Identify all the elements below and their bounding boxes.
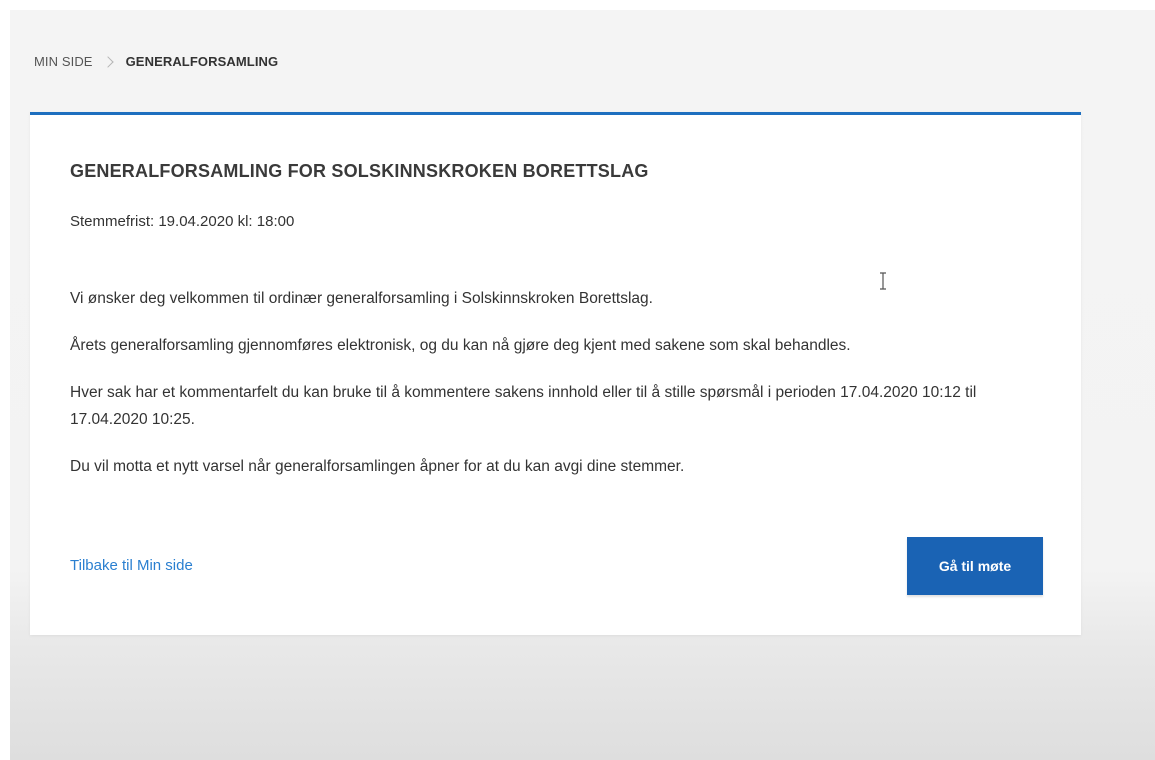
page-title: GENERALFORSAMLING FOR SOLSKINNSKROKEN BO… <box>70 161 649 181</box>
meeting-card: GENERALFORSAMLING FOR SOLSKINNSKROKEN BO… <box>30 112 1081 635</box>
card-footer: Tilbake til Min side Gå til møte <box>70 537 1043 595</box>
meeting-description: Vi ønsker deg velkommen til ordinær gene… <box>70 285 1050 500</box>
paragraph-comments: Hver sak har et kommentarfelt du kan bru… <box>70 384 977 428</box>
breadcrumb: MIN SIDE GENERALFORSAMLING <box>34 54 278 69</box>
voting-deadline: Stemmefrist: 19.04.2020 kl: 18:00 <box>70 213 295 230</box>
chevron-right-icon <box>101 55 114 68</box>
text-cursor-icon <box>880 272 886 290</box>
go-to-meeting-button[interactable]: Gå til møte <box>907 537 1043 595</box>
breadcrumb-current: GENERALFORSAMLING <box>125 54 279 69</box>
breadcrumb-min-side[interactable]: MIN SIDE <box>34 54 93 69</box>
paragraph-welcome: Vi ønsker deg velkommen til ordinær gene… <box>70 290 653 307</box>
page-background: MIN SIDE GENERALFORSAMLING GENERALFORSAM… <box>10 10 1155 760</box>
back-to-min-side-link[interactable]: Tilbake til Min side <box>70 557 193 574</box>
paragraph-electronic: Årets generalforsamling gjennomføres ele… <box>70 337 851 354</box>
paragraph-notification: Du vil motta et nytt varsel når generalf… <box>70 458 685 475</box>
